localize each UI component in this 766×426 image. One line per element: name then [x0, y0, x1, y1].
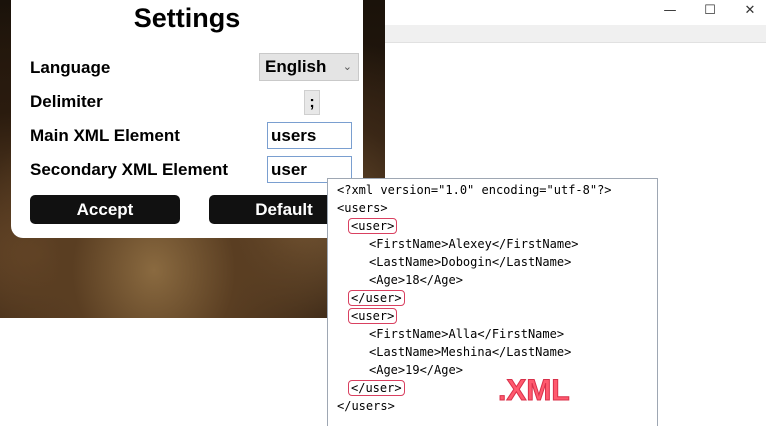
- language-select[interactable]: English ⌄: [259, 53, 359, 81]
- secondary-xml-element-label: Secondary XML Element: [30, 160, 229, 179]
- main-xml-element-label: Main XML Element: [30, 126, 180, 145]
- xml-sample-panel: <?xml version="1.0" encoding="utf-8"?> <…: [327, 178, 658, 426]
- xml-user-close: </user>: [348, 290, 405, 306]
- xml-format-badge: .XML: [498, 374, 571, 408]
- delimiter-input[interactable]: ;: [304, 90, 320, 115]
- xml-user-close-highlight: </user>: [348, 290, 405, 306]
- xml-user-close: </user>: [348, 380, 405, 396]
- xml-user-open: <user>: [348, 218, 398, 234]
- close-icon[interactable]: ✕: [735, 2, 765, 20]
- main-xml-element-input[interactable]: users: [267, 122, 352, 149]
- language-select-value: English: [265, 57, 327, 76]
- xml-age: <Age>18</Age>: [369, 273, 463, 287]
- accept-button[interactable]: Accept: [30, 195, 180, 224]
- background-window-titlebar: — ☐ ✕: [385, 0, 766, 25]
- minimize-icon[interactable]: —: [655, 2, 685, 20]
- delimiter-label: Delimiter: [30, 92, 103, 111]
- language-label: Language: [30, 58, 111, 77]
- xml-declaration: <?xml version="1.0" encoding="utf-8"?>: [337, 183, 612, 197]
- xml-user-open: <user>: [348, 308, 398, 324]
- xml-user-open-highlight: <user>: [348, 218, 398, 234]
- settings-title: Settings: [133, 3, 241, 33]
- background-window-toolbar: [385, 25, 766, 43]
- xml-firstname: <FirstName>Alexey</FirstName>: [369, 237, 579, 251]
- chevron-down-icon: ⌄: [342, 61, 352, 73]
- xml-firstname: <FirstName>Alla</FirstName>: [369, 327, 565, 341]
- xml-user-open-highlight: <user>: [348, 308, 398, 324]
- xml-root-open: <users>: [337, 201, 388, 215]
- xml-age: <Age>19</Age>: [369, 363, 463, 377]
- xml-root-close: </users>: [337, 399, 395, 413]
- xml-lastname: <LastName>Meshina</LastName>: [369, 345, 572, 359]
- maximize-icon[interactable]: ☐: [695, 2, 725, 20]
- settings-panel: Settings Language English ⌄ Delimiter ; …: [11, 0, 363, 238]
- xml-user-close-highlight: </user>: [348, 380, 405, 396]
- xml-lastname: <LastName>Dobogin</LastName>: [369, 255, 572, 269]
